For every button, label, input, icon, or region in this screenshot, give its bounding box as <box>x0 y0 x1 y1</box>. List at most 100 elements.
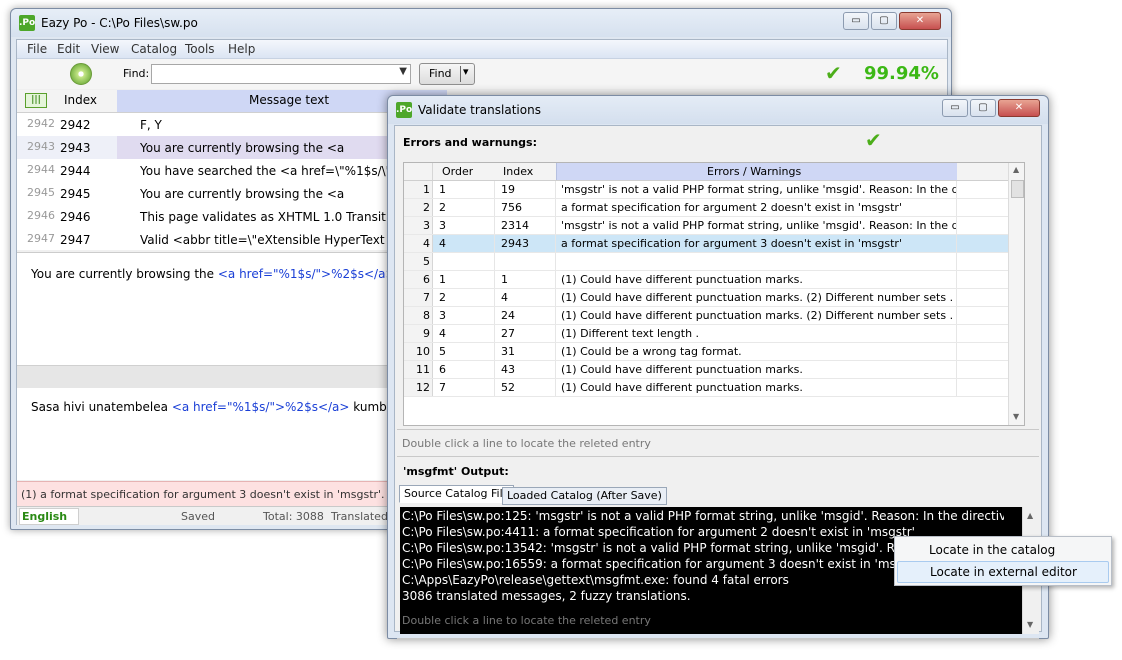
console-line: 3086 translated messages, 2 fuzzy transl… <box>402 589 691 603</box>
column-separator <box>956 307 957 324</box>
error-row[interactable]: 4 4 2943 a format specification for argumen… <box>404 235 1008 253</box>
col-index[interactable]: Index <box>503 165 533 178</box>
dialog-maximize-button[interactable]: ▢ <box>970 99 996 117</box>
tab-source-catalog-file[interactable]: Source Catalog File <box>399 485 515 503</box>
column-separator <box>555 271 556 288</box>
menu-help[interactable]: Help <box>228 42 255 56</box>
translation-text: Sasa hivi unatembelea <a href="%1$s/">%2… <box>31 400 435 414</box>
row-number: 2947 <box>27 232 55 245</box>
col-index[interactable]: Index <box>64 93 97 107</box>
error-row[interactable]: 6 1 1 (1) Could have different punctuation … <box>404 271 1008 289</box>
menu-tools[interactable]: Tools <box>185 42 215 56</box>
cell-message: (1) Could have different punctuation mar… <box>561 291 954 304</box>
menu-bar: File Edit View Catalog Tools Help <box>17 40 947 59</box>
errors-grid-header: Order Index Errors / Warnings <box>404 163 1008 181</box>
error-row[interactable]: 12 7 52 (1) Could have different punctuatio… <box>404 379 1008 397</box>
menu-item-label: Locate in the catalog <box>929 543 1056 557</box>
error-row[interactable]: 2 2 756 a format specification for argument… <box>404 199 1008 217</box>
error-row[interactable]: 3 3 2314 'msgstr' is not a valid PHP format… <box>404 217 1008 235</box>
column-separator <box>494 307 495 324</box>
column-separator <box>494 379 495 396</box>
row-header-number: 5 <box>404 253 433 270</box>
find-label: Find: <box>123 67 150 80</box>
row-header-number: 12 <box>404 379 433 396</box>
console-line: C:\Po Files\sw.po:125: 'msgstr' is not a… <box>402 509 1004 523</box>
column-separator <box>956 235 957 252</box>
valid-checkmark-icon: ✔ <box>865 128 882 152</box>
row-number: 2945 <box>27 186 55 199</box>
row-header-number: 8 <box>404 307 433 324</box>
dialog-titlebar: .Po Validate translations ▭ ▢ ✕ <box>388 96 1048 124</box>
maximize-button[interactable]: ▢ <box>871 12 897 30</box>
close-button[interactable]: ✕ <box>899 12 941 30</box>
menu-edit[interactable]: Edit <box>57 42 80 56</box>
error-row[interactable]: 9 4 27 (1) Different text length . <box>404 325 1008 343</box>
row-index: 2947 <box>60 233 91 247</box>
column-separator <box>494 343 495 360</box>
col-errors-warnings[interactable]: Errors / Warnings <box>556 163 957 180</box>
error-row[interactable]: 11 6 43 (1) Could have different punctuatio… <box>404 361 1008 379</box>
row-text: You have searched the <a href=\"%1$s/\"> <box>140 164 402 178</box>
translated-count: Translated: <box>331 510 392 523</box>
output-heading: 'msgfmt' Output: <box>403 465 509 478</box>
find-dropdown-icon[interactable]: ▾ <box>463 65 469 78</box>
cell-order: 7 <box>439 381 446 394</box>
menu-file[interactable]: File <box>27 42 47 56</box>
console-scroll-down-icon[interactable]: ▼ <box>1027 620 1033 629</box>
row-text: This page validates as XHTML 1.0 Transit… <box>140 210 415 224</box>
tab-loaded-catalog[interactable]: Loaded Catalog (After Save) <box>502 487 667 505</box>
console-scroll-up-icon[interactable]: ▲ <box>1027 511 1033 520</box>
source-text: You are currently browsing the <a href="… <box>31 267 410 281</box>
row-text: Valid <abbr title=\"eXtensible HyperText… <box>140 233 407 247</box>
cell-index: 24 <box>501 309 515 322</box>
scroll-up-icon[interactable]: ▲ <box>1013 165 1019 174</box>
col-order[interactable]: Order <box>442 165 473 178</box>
divider <box>397 429 1039 430</box>
error-row[interactable]: 5 <box>404 253 1008 271</box>
menu-view[interactable]: View <box>91 42 119 56</box>
error-row[interactable]: 10 5 31 (1) Could be a wrong tag format. <box>404 343 1008 361</box>
menu-catalog[interactable]: Catalog <box>131 42 177 56</box>
disc-icon[interactable] <box>70 63 92 85</box>
cell-index: 52 <box>501 381 515 394</box>
find-input[interactable]: ▼ <box>151 64 411 84</box>
saved-status: Saved <box>181 510 215 523</box>
row-number: 2944 <box>27 163 55 176</box>
row-header-number: 4 <box>404 235 433 252</box>
cell-order: 4 <box>439 237 446 250</box>
cell-order: 2 <box>439 291 446 304</box>
language-indicator[interactable]: English <box>19 508 79 525</box>
error-row[interactable]: 7 2 4 (1) Could have different punctuation … <box>404 289 1008 307</box>
cell-order: 1 <box>439 183 446 196</box>
cell-message: (1) Could have different punctuation mar… <box>561 273 803 286</box>
col-message-text-label: Message text <box>249 93 330 107</box>
source-prefix: You are currently browsing the <box>31 267 218 281</box>
chevron-down-icon[interactable]: ▼ <box>399 66 407 77</box>
error-row[interactable]: 8 3 24 (1) Could have different punctuation… <box>404 307 1008 325</box>
columns-icon[interactable]: ||| <box>25 93 47 108</box>
menu-item-locate-in-editor[interactable]: Locate in external editor <box>897 561 1109 583</box>
column-separator <box>956 379 957 396</box>
cell-order: 4 <box>439 327 446 340</box>
row-index: 2942 <box>60 118 91 132</box>
column-separator <box>555 307 556 324</box>
dialog-close-button[interactable]: ✕ <box>998 99 1040 117</box>
source-markup: <a href="%1$s/">%2$s</a> <box>217 267 396 281</box>
find-button[interactable]: Find ▾ <box>419 63 475 85</box>
column-separator <box>956 253 957 270</box>
scroll-thumb[interactable] <box>1011 180 1024 198</box>
cell-order: 6 <box>439 363 446 376</box>
console-hint: Double click a line to locate the relete… <box>402 614 651 627</box>
cell-index: 1 <box>501 273 508 286</box>
row-index: 2943 <box>60 141 91 155</box>
divider <box>397 638 1039 639</box>
error-row[interactable]: 1 1 19 'msgstr' is not a valid PHP format s… <box>404 181 1008 199</box>
cell-message: a format specification for argument 3 do… <box>561 237 902 250</box>
row-index: 2944 <box>60 164 91 178</box>
dialog-minimize-button[interactable]: ▭ <box>942 99 968 117</box>
minimize-button[interactable]: ▭ <box>843 12 869 30</box>
grid-scrollbar[interactable]: ▲ ▼ <box>1008 163 1024 425</box>
column-separator <box>555 361 556 378</box>
menu-item-locate-in-catalog[interactable]: Locate in the catalog <box>897 539 1107 559</box>
scroll-down-icon[interactable]: ▼ <box>1013 412 1019 421</box>
